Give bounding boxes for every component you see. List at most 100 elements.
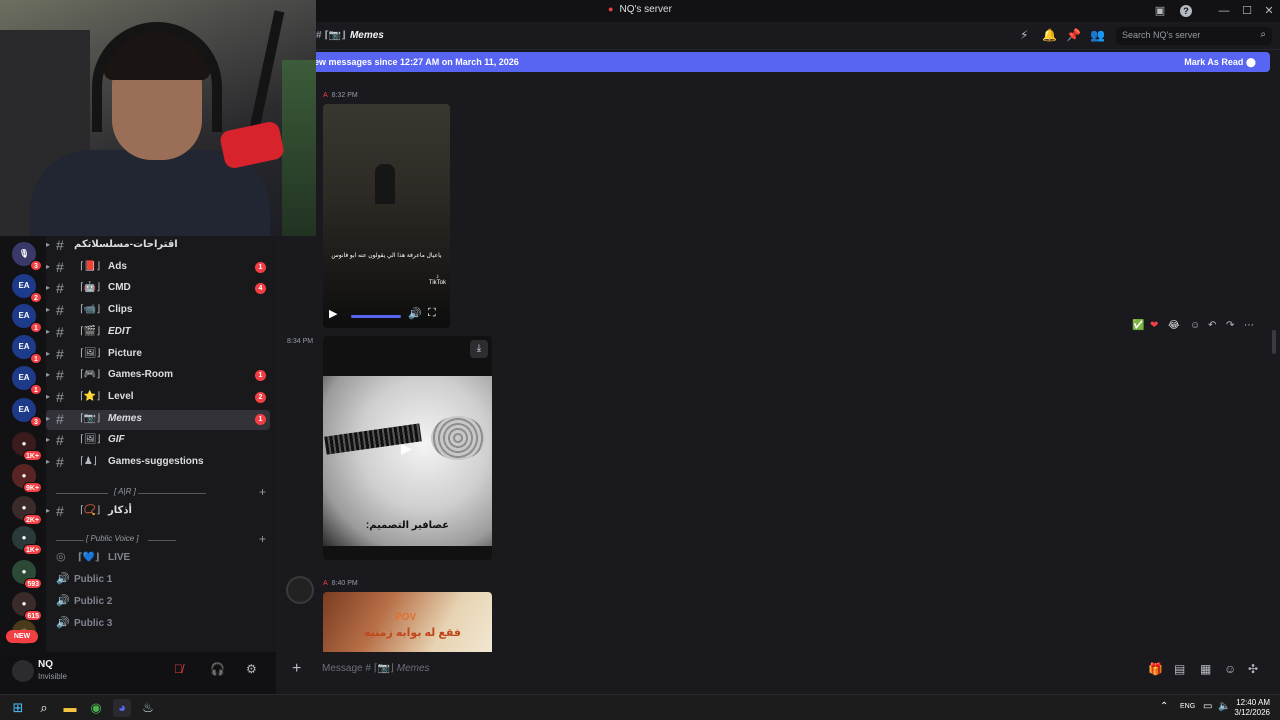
file-explorer-icon[interactable]: ▬	[61, 699, 79, 717]
video-attachment[interactable]: ياعيال ماعرفة هذا الي يقولون عنه ابو فان…	[323, 104, 450, 328]
fullscreen-icon[interactable]: ⛶	[428, 307, 436, 320]
channel-item[interactable]: ▸ # ⌈📕⌋ Ads 1	[46, 258, 270, 278]
language-indicator[interactable]: ENG	[1180, 703, 1195, 710]
server-icon[interactable]: EA 2	[12, 274, 42, 303]
channel-item[interactable]: ▸ # ⌈📿⌋ أذكار	[46, 502, 270, 522]
channel-name: Level	[108, 391, 134, 402]
sticker-icon[interactable]: ▦	[1200, 662, 1211, 676]
members-icon[interactable]: 👥	[1090, 28, 1105, 42]
channel-name: أذكار	[108, 505, 132, 516]
new-messages-text: ew messages since 12:27 AM on March 11, …	[314, 57, 519, 67]
video-attachment[interactable]: ▶ ⤓ عصافير التصميم:	[323, 336, 492, 560]
play-icon[interactable]: ▶	[329, 307, 337, 320]
mark-read-icon: ⬤	[1245, 57, 1256, 67]
category-divider	[148, 540, 176, 541]
channel-item[interactable]: ▸ # ⌈🖼⌋ Picture	[46, 345, 270, 365]
channel-item[interactable]: ▸ # ⌈⭐⌋ Level 2	[46, 388, 270, 408]
server-badge: 615	[24, 610, 42, 621]
message-input[interactable]: Message # ⌈📷⌋ Memes	[322, 663, 430, 674]
channel-item[interactable]: ▸ # ⌈♟⌋ Games-suggestions	[46, 453, 270, 473]
category-ajr[interactable]: [ A|R ] +	[56, 485, 270, 501]
add-attachment-icon[interactable]: +	[292, 660, 301, 678]
server-icon-label: EA	[18, 311, 30, 320]
help-icon[interactable]: ?	[1180, 5, 1192, 17]
voice-channel-item[interactable]: 🔊 Public 1	[56, 570, 270, 590]
user-name[interactable]: NQ	[38, 659, 53, 670]
voice-channel-item[interactable]: ◎ ⌈💙⌋ LIVE	[56, 548, 270, 568]
gift-icon[interactable]: 🎁	[1148, 662, 1163, 676]
video-progress-bar[interactable]	[351, 315, 401, 318]
download-icon[interactable]: ⤓	[470, 340, 488, 358]
new-messages-bar[interactable]: ew messages since 12:27 AM on March 11, …	[276, 52, 1270, 72]
reply-icon[interactable]: ↶	[1208, 320, 1216, 331]
server-icon[interactable]: ● 9K+	[12, 464, 42, 493]
scrollbar-thumb[interactable]	[1272, 330, 1276, 354]
windows-start-icon[interactable]: ⊞	[9, 699, 27, 717]
steam-icon[interactable]: ♨	[139, 699, 157, 717]
volume-icon[interactable]: 🔈	[1218, 701, 1230, 712]
network-icon[interactable]: ▭	[1203, 701, 1212, 712]
server-icon-label: EA	[18, 405, 30, 414]
add-reaction-icon[interactable]: ☺	[1190, 320, 1200, 331]
inbox-icon[interactable]: ▣	[1152, 3, 1168, 19]
bell-icon[interactable]: 🔔	[1042, 28, 1057, 42]
gear-icon[interactable]: ⚙	[246, 662, 257, 676]
user-panel: NQ Invisible 🎙̸ 🎧 ⚙	[0, 652, 276, 694]
channel-emoji: ⌈⭐⌋	[80, 391, 101, 402]
checkmark-reaction-icon[interactable]: ✅	[1132, 320, 1144, 331]
clock[interactable]: 12:40 AM 3/12/2026	[1234, 698, 1270, 718]
voice-channel-item[interactable]: 🔊 Public 2	[56, 592, 270, 612]
discord-icon[interactable]: ◕	[113, 699, 131, 717]
server-icon[interactable]: ● 2K+	[12, 496, 42, 525]
server-icon[interactable]: EA 1	[12, 366, 42, 395]
category-public-voice[interactable]: [ Public Voice ] +	[56, 532, 270, 548]
avatar[interactable]	[12, 660, 34, 682]
tray-expand-icon[interactable]: ⌃	[1160, 701, 1168, 712]
server-icon[interactable]: 🎙 3	[12, 242, 42, 271]
server-icon[interactable]: EA 3	[12, 398, 42, 427]
search-icon[interactable]: ⌕	[35, 699, 53, 717]
message-composer[interactable]: + Message # ⌈📷⌋ Memes 🎁 ▤ ▦ ☺ ✣	[286, 656, 1270, 684]
channel-item[interactable]: ▸ # ⌈🖼⌋ GIF	[46, 431, 270, 451]
threads-icon[interactable]: ⚡	[1020, 28, 1028, 42]
unread-badge: 1	[255, 262, 266, 273]
search-input[interactable]: Search NQ's server ⌕	[1116, 27, 1272, 45]
deafen-icon[interactable]: 🎧	[210, 662, 225, 676]
server-icon[interactable]: ● 615	[12, 592, 42, 621]
channel-item[interactable]: ▸ # ⌈🤖⌋ CMD 4	[46, 279, 270, 299]
channel-item[interactable]: ▸ # اقتراحات-مسلسلاتكم	[46, 236, 270, 256]
voice-channel-item[interactable]: 🔊 Public 3	[56, 614, 270, 634]
minimize-button[interactable]: —	[1216, 3, 1232, 19]
mute-mic-icon[interactable]: 🎙̸	[174, 662, 183, 676]
server-icon[interactable]: ● 1K+	[12, 526, 42, 555]
channel-item[interactable]: ▸ # ⌈🎮⌋ Games-Room 1	[46, 366, 270, 386]
image-attachment[interactable]: POV فقع له بوابه زمنيه	[323, 592, 492, 652]
volume-icon[interactable]: 🔊	[408, 307, 422, 320]
chrome-icon[interactable]: ◉	[87, 699, 105, 717]
avatar[interactable]	[286, 576, 314, 604]
maximize-button[interactable]: ☐	[1239, 3, 1255, 19]
server-icon[interactable]: EA 1	[12, 335, 42, 364]
laugh-reaction-icon[interactable]: 😂	[1168, 320, 1180, 331]
server-icon[interactable]: ● 1K+	[12, 432, 42, 461]
channel-item[interactable]: ▸ # ⌈📷⌋ Memes 1	[46, 410, 270, 430]
server-icon[interactable]: ● 593	[12, 560, 42, 589]
gif-icon[interactable]: ▤	[1174, 662, 1185, 676]
close-button[interactable]: ✕	[1261, 3, 1277, 19]
add-channel-icon[interactable]: +	[259, 485, 266, 499]
pin-icon[interactable]: 📌	[1066, 28, 1081, 42]
add-channel-icon[interactable]: +	[259, 532, 266, 546]
channel-item[interactable]: ▸ # ⌈📹⌋ Clips	[46, 301, 270, 321]
forward-icon[interactable]: ↷	[1226, 320, 1234, 331]
mark-as-read-button[interactable]: Mark As Read ⬤	[1184, 57, 1256, 68]
heart-reaction-icon[interactable]: ❤	[1150, 320, 1158, 331]
apps-icon[interactable]: ✣	[1248, 662, 1258, 676]
play-icon[interactable]: ▶	[401, 440, 412, 457]
channel-name: Games-Room	[108, 369, 174, 380]
channel-item[interactable]: ▸ # ⌈🎬⌋ EDIT	[46, 323, 270, 343]
emoji-icon[interactable]: ☺	[1224, 662, 1236, 676]
server-icon[interactable]: EA 1	[12, 304, 42, 333]
scrollbar[interactable]	[1272, 72, 1278, 652]
server-badge: 9K+	[22, 482, 42, 493]
more-icon[interactable]: ⋯	[1244, 320, 1254, 331]
